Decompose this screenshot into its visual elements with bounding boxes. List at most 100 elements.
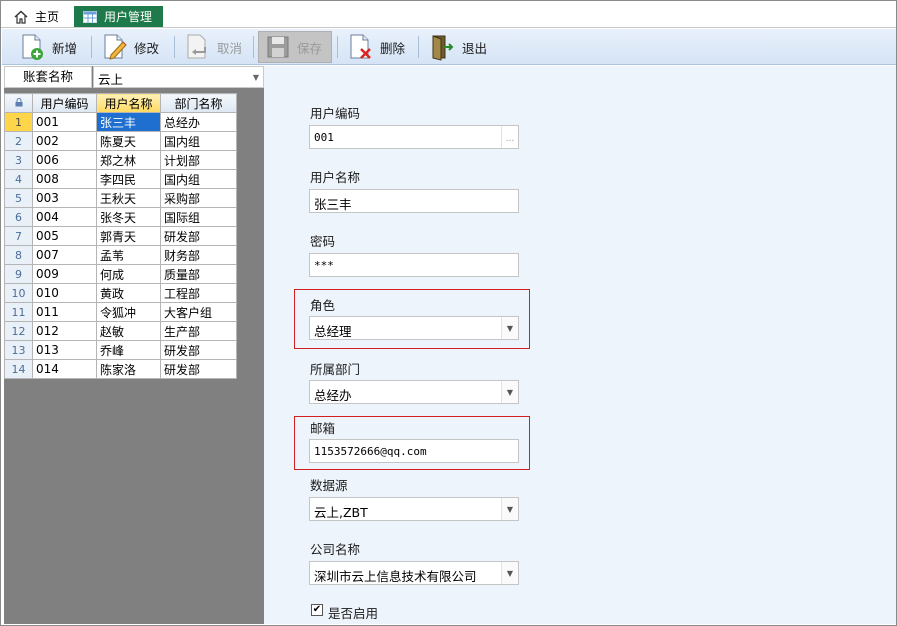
table-row[interactable]: 1 001 张三丰 总经办 — [4, 112, 237, 132]
cell-user-name[interactable]: 令狐冲 — [96, 302, 161, 322]
datasource-select[interactable]: 云上,ZBT ▼ — [309, 497, 519, 521]
user-code-label: 用户编码 — [310, 106, 361, 121]
edit-button[interactable]: 修改 — [102, 31, 159, 63]
user-name-field[interactable]: 张三丰 — [309, 189, 519, 213]
cell-user-code[interactable]: 004 — [32, 207, 97, 227]
account-value: 云上 — [98, 72, 124, 87]
user-code-value: 001 — [314, 131, 334, 144]
table-row[interactable]: 4 008 李四民 国内组 — [4, 169, 237, 189]
cell-user-code[interactable]: 003 — [32, 188, 97, 208]
cell-user-name[interactable]: 黄政 — [96, 283, 161, 303]
table-row[interactable]: 14 014 陈家洛 研发部 — [4, 359, 237, 379]
column-header-user-code[interactable]: 用户编码 — [32, 93, 97, 113]
cell-user-code[interactable]: 012 — [32, 321, 97, 341]
add-button[interactable]: 新增 — [20, 31, 77, 63]
cell-user-code[interactable]: 009 — [32, 264, 97, 284]
department-select[interactable]: 总经办 ▼ — [309, 380, 519, 404]
email-value: 1153572666@qq.com — [314, 445, 427, 458]
table-row[interactable]: 12 012 赵敏 生产部 — [4, 321, 237, 341]
cell-user-code[interactable]: 008 — [32, 169, 97, 189]
save-button-label: 保存 — [297, 40, 323, 56]
cancel-button[interactable]: 取消 — [185, 31, 242, 63]
company-select[interactable]: 深圳市云上信息技术有限公司 ▼ — [309, 561, 519, 585]
delete-icon — [348, 33, 374, 61]
cell-user-name[interactable]: 何成 — [96, 264, 161, 284]
delete-button[interactable]: 删除 — [348, 31, 405, 63]
column-header-dept-name[interactable]: 部门名称 — [160, 93, 237, 113]
cell-dept-name[interactable]: 财务部 — [160, 245, 237, 265]
cell-user-name[interactable]: 李四民 — [96, 169, 161, 189]
row-number: 2 — [4, 131, 33, 151]
cell-user-code[interactable]: 014 — [32, 359, 97, 379]
cell-user-code[interactable]: 010 — [32, 283, 97, 303]
chevron-down-icon[interactable]: ▼ — [501, 498, 518, 520]
cell-dept-name[interactable]: 采购部 — [160, 188, 237, 208]
toolbar-separator — [91, 36, 92, 58]
cell-dept-name[interactable]: 国内组 — [160, 169, 237, 189]
table-row[interactable]: 10 010 黄政 工程部 — [4, 283, 237, 303]
role-select[interactable]: 总经理 ▼ — [309, 316, 519, 340]
chevron-down-icon[interactable]: ▼ — [501, 562, 518, 584]
cell-dept-name[interactable]: 研发部 — [160, 359, 237, 379]
cell-dept-name[interactable]: 研发部 — [160, 340, 237, 360]
cell-dept-name[interactable]: 总经办 — [160, 112, 237, 132]
user-name-label: 用户名称 — [310, 170, 361, 185]
cell-user-name[interactable]: 陈夏天 — [96, 131, 161, 151]
cell-dept-name[interactable]: 大客户组 — [160, 302, 237, 322]
cell-dept-name[interactable]: 国内组 — [160, 131, 237, 151]
cell-user-name[interactable]: 陈家洛 — [96, 359, 161, 379]
cell-user-code[interactable]: 007 — [32, 245, 97, 265]
cell-user-name[interactable]: 孟苇 — [96, 245, 161, 265]
table-row[interactable]: 11 011 令狐冲 大客户组 — [4, 302, 237, 322]
exit-button[interactable]: 退出 — [430, 31, 487, 63]
datasource-value: 云上,ZBT — [314, 505, 368, 520]
save-button[interactable]: 保存 — [258, 31, 332, 63]
tab-home[interactable]: 主页 — [9, 6, 71, 27]
cell-user-name[interactable]: 郭青天 — [96, 226, 161, 246]
enabled-checkbox[interactable]: ✔ — [311, 604, 323, 616]
table-row[interactable]: 6 004 张冬天 国际组 — [4, 207, 237, 227]
table-row[interactable]: 5 003 王秋天 采购部 — [4, 188, 237, 208]
table-row[interactable]: 3 006 郑之林 计划部 — [4, 150, 237, 170]
company-value: 深圳市云上信息技术有限公司 — [314, 569, 477, 584]
department-value: 总经办 — [314, 388, 352, 403]
toolbar-separator — [418, 36, 419, 58]
table-row[interactable]: 7 005 郭青天 研发部 — [4, 226, 237, 246]
table-row[interactable]: 13 013 乔峰 研发部 — [4, 340, 237, 360]
cell-user-name[interactable]: 郑之林 — [96, 150, 161, 170]
cell-user-code[interactable]: 011 — [32, 302, 97, 322]
cell-user-name[interactable]: 张三丰 — [96, 112, 161, 132]
tab-bar: 主页 用户管理 — [1, 1, 896, 28]
cell-user-code[interactable]: 005 — [32, 226, 97, 246]
tab-user-management[interactable]: 用户管理 — [74, 6, 163, 27]
cell-user-code[interactable]: 002 — [32, 131, 97, 151]
cell-user-name[interactable]: 乔峰 — [96, 340, 161, 360]
cell-user-code[interactable]: 001 — [32, 112, 97, 132]
cell-user-code[interactable]: 013 — [32, 340, 97, 360]
row-number: 8 — [4, 245, 33, 265]
column-header-user-name[interactable]: 用户名称 — [96, 93, 161, 113]
table-row[interactable]: 8 007 孟苇 财务部 — [4, 245, 237, 265]
table-row[interactable]: 9 009 何成 质量部 — [4, 264, 237, 284]
table-row[interactable]: 2 002 陈夏天 国内组 — [4, 131, 237, 151]
password-field[interactable]: *** — [309, 253, 519, 277]
account-combo[interactable]: 云上 ▼ — [93, 66, 264, 88]
role-value: 总经理 — [314, 324, 352, 339]
cell-dept-name[interactable]: 工程部 — [160, 283, 237, 303]
cell-user-code[interactable]: 006 — [32, 150, 97, 170]
email-field[interactable]: 1153572666@qq.com — [309, 439, 519, 463]
user-code-field[interactable]: 001 ... — [309, 125, 519, 149]
cell-user-name[interactable]: 张冬天 — [96, 207, 161, 227]
chevron-down-icon[interactable]: ▼ — [501, 381, 518, 403]
cell-user-name[interactable]: 王秋天 — [96, 188, 161, 208]
cell-dept-name[interactable]: 生产部 — [160, 321, 237, 341]
cell-dept-name[interactable]: 计划部 — [160, 150, 237, 170]
chevron-down-icon[interactable]: ▼ — [249, 67, 263, 87]
cell-dept-name[interactable]: 质量部 — [160, 264, 237, 284]
cell-dept-name[interactable]: 国际组 — [160, 207, 237, 227]
edit-button-label: 修改 — [134, 40, 160, 56]
cell-user-name[interactable]: 赵敏 — [96, 321, 161, 341]
cell-dept-name[interactable]: 研发部 — [160, 226, 237, 246]
chevron-down-icon[interactable]: ▼ — [501, 317, 518, 339]
ellipsis-icon[interactable]: ... — [501, 126, 518, 148]
